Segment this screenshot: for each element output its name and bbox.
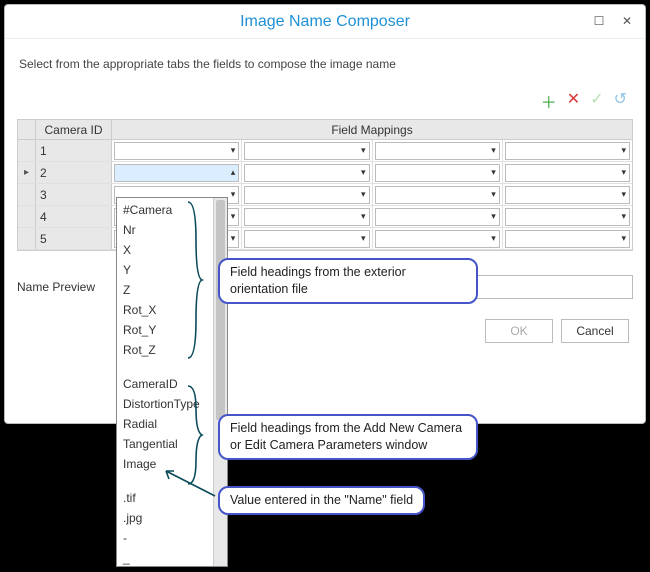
- row-handle[interactable]: [18, 228, 36, 249]
- dialog-button-row: OK Cancel: [5, 319, 629, 343]
- mapping-combo[interactable]: ▾: [244, 230, 369, 248]
- chevron-up-icon: ▴: [231, 167, 236, 178]
- dialog-title: Image Name Composer: [240, 13, 410, 31]
- chevron-down-icon: ▾: [361, 211, 366, 222]
- chevron-down-icon: ▾: [491, 145, 496, 156]
- row-handle[interactable]: [18, 140, 36, 161]
- field-dropdown-popup[interactable]: #CameraNrXYZRot_XRot_YRot_Z CameraIDDisto…: [116, 197, 228, 567]
- dropdown-option[interactable]: Image: [117, 454, 227, 474]
- table-row: 5 ▾ ▾ ▾ ▾: [18, 228, 632, 250]
- dropdown-option[interactable]: .jpg: [117, 508, 227, 528]
- name-preview-label: Name Preview: [17, 280, 117, 294]
- mapping-combo[interactable]: ▾: [375, 230, 500, 248]
- dropdown-option[interactable]: Y: [117, 260, 227, 280]
- chevron-down-icon: ▾: [491, 167, 496, 178]
- dropdown-option[interactable]: Tangential: [117, 434, 227, 454]
- delete-icon[interactable]: ✕: [567, 89, 580, 113]
- chevron-down-icon: ▾: [231, 233, 236, 244]
- mapping-combo[interactable]: ▾: [244, 208, 369, 226]
- chevron-down-icon: ▾: [231, 211, 236, 222]
- chevron-down-icon: ▾: [491, 211, 496, 222]
- camera-id-cell: 3: [36, 184, 112, 205]
- window-controls: ☐ ✕: [587, 9, 639, 33]
- mapping-grid: Camera ID Field Mappings 1 ▾ ▾ ▾ ▾ 2 ▴ ▾…: [17, 119, 633, 251]
- dropdown-option[interactable]: -: [117, 528, 227, 548]
- mapping-combo[interactable]: ▾: [244, 142, 369, 160]
- chevron-down-icon: ▾: [231, 189, 236, 200]
- dropdown-option[interactable]: _: [117, 548, 227, 567]
- grid-header-spacer: [18, 120, 36, 139]
- dropdown-option[interactable]: Rot_Z: [117, 340, 227, 360]
- dialog-image-name-composer: Image Name Composer ☐ ✕ Select from the …: [4, 4, 646, 424]
- mapping-combo[interactable]: ▾: [375, 142, 500, 160]
- chevron-down-icon: ▾: [491, 189, 496, 200]
- window-maximize-button[interactable]: ☐: [587, 9, 611, 33]
- mapping-combo[interactable]: ▾: [375, 186, 500, 204]
- chevron-down-icon: ▾: [621, 167, 626, 178]
- callout-camera-params: Field headings from the Add New Camera o…: [218, 414, 478, 460]
- mapping-combo[interactable]: ▾: [505, 208, 630, 226]
- mapping-combo[interactable]: ▾: [375, 164, 500, 182]
- dropdown-option[interactable]: Rot_X: [117, 300, 227, 320]
- dropdown-option[interactable]: DistortionType: [117, 394, 227, 414]
- dropdown-option[interactable]: Nr: [117, 220, 227, 240]
- callout-exterior-orientation: Field headings from the exterior orienta…: [218, 258, 478, 304]
- table-row: 3 ▾ ▾ ▾ ▾: [18, 184, 632, 206]
- mapping-combo[interactable]: ▾: [244, 164, 369, 182]
- chevron-down-icon: ▾: [491, 233, 496, 244]
- chevron-down-icon: ▾: [621, 233, 626, 244]
- table-row: 4 ▾ ▾ ▾ ▾: [18, 206, 632, 228]
- dropdown-option[interactable]: Radial: [117, 414, 227, 434]
- callout-name-value: Value entered in the "Name" field: [218, 486, 425, 515]
- dropdown-option[interactable]: Rot_Y: [117, 320, 227, 340]
- mapping-combo[interactable]: ▾: [375, 208, 500, 226]
- mapping-combo[interactable]: ▾: [505, 230, 630, 248]
- row-handle[interactable]: [18, 184, 36, 205]
- dropdown-option[interactable]: Z: [117, 280, 227, 300]
- undo-icon[interactable]: ↺: [614, 89, 627, 113]
- mapping-combo[interactable]: ▾: [505, 186, 630, 204]
- scrollbar-thumb[interactable]: [216, 200, 225, 420]
- dropdown-option[interactable]: #Camera: [117, 200, 227, 220]
- mapping-combo-active[interactable]: ▴: [114, 164, 239, 182]
- chevron-down-icon: ▾: [361, 167, 366, 178]
- apply-icon[interactable]: ✓: [590, 89, 603, 113]
- window-close-button[interactable]: ✕: [615, 9, 639, 33]
- dropdown-option[interactable]: CameraID: [117, 374, 227, 394]
- mapping-combo[interactable]: ▾: [505, 142, 630, 160]
- table-row: 2 ▴ ▾ ▾ ▾: [18, 162, 632, 184]
- grid-header-field-mappings: Field Mappings: [112, 120, 632, 139]
- camera-id-cell: 1: [36, 140, 112, 161]
- grid-header-camera-id: Camera ID: [36, 120, 112, 139]
- dropdown-option[interactable]: .tif: [117, 488, 227, 508]
- add-icon[interactable]: ＋: [541, 89, 557, 113]
- mapping-combo[interactable]: ▾: [505, 164, 630, 182]
- chevron-down-icon: ▾: [621, 145, 626, 156]
- table-row: 1 ▾ ▾ ▾ ▾: [18, 140, 632, 162]
- camera-id-cell: 4: [36, 206, 112, 227]
- row-handle[interactable]: [18, 162, 36, 183]
- chevron-down-icon: ▾: [361, 233, 366, 244]
- instruction-text: Select from the appropriate tabs the fie…: [5, 39, 645, 79]
- chevron-down-icon: ▾: [361, 189, 366, 200]
- titlebar: Image Name Composer ☐ ✕: [5, 5, 645, 39]
- camera-id-cell: 2: [36, 162, 112, 183]
- chevron-down-icon: ▾: [231, 145, 236, 156]
- grid-toolbar: ＋ ✕ ✓ ↺: [5, 79, 645, 119]
- chevron-down-icon: ▾: [361, 145, 366, 156]
- ok-button[interactable]: OK: [485, 319, 553, 343]
- mapping-combo[interactable]: ▾: [114, 142, 239, 160]
- camera-id-cell: 5: [36, 228, 112, 249]
- chevron-down-icon: ▾: [621, 211, 626, 222]
- grid-header-row: Camera ID Field Mappings: [18, 120, 632, 140]
- dropdown-option[interactable]: X: [117, 240, 227, 260]
- chevron-down-icon: ▾: [621, 189, 626, 200]
- cancel-button[interactable]: Cancel: [561, 319, 629, 343]
- row-handle[interactable]: [18, 206, 36, 227]
- mapping-combo[interactable]: ▾: [244, 186, 369, 204]
